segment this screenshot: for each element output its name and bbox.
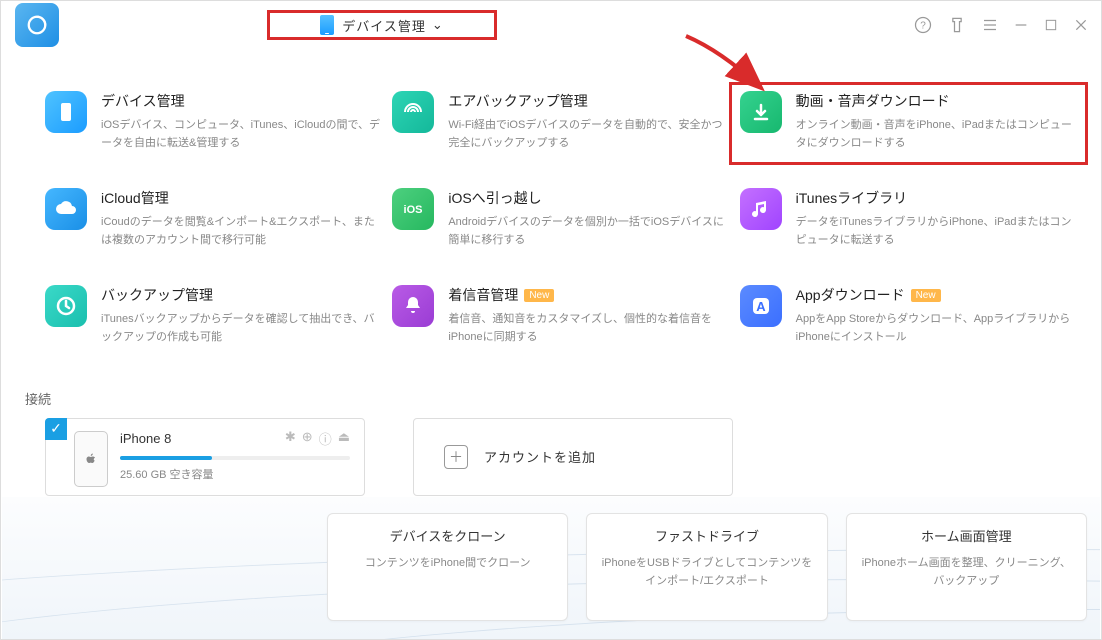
- device-eject-icon[interactable]: ⏏: [338, 429, 350, 448]
- feature-desc: Wi-Fi経由でiOSデバイスのデータを自動的で、安全かつ完全にバックアップする: [448, 117, 729, 152]
- cloud-icon: [45, 188, 87, 230]
- app-logo: [15, 3, 59, 47]
- settings-icon[interactable]: [947, 15, 967, 35]
- device-selected-check: ✓: [45, 418, 67, 440]
- feature-desc: オンライン動画・音声をiPhone、iPadまたはコンピュータにダウンロードする: [796, 117, 1077, 152]
- window-controls: ?: [913, 15, 1089, 35]
- logo-icon: [26, 14, 48, 36]
- feature-ios[interactable]: iOS iOSへ引っ越し Androidデバイスのデータを個別か一括でiOSデバ…: [392, 188, 729, 249]
- feature-title: 動画・音声ダウンロード: [796, 91, 950, 111]
- mode-tab-highlight: デバイス管理 ⌄: [267, 10, 497, 40]
- feature-text: iCloud管理 iCoudのデータを閲覧&インポート&エクスポート、または複数…: [101, 188, 382, 249]
- bottom-cards: デバイスをクローン コンテンツをiPhone間でクローンファストドライブ iPh…: [327, 513, 1087, 621]
- feature-title: Appダウンロード: [796, 285, 905, 305]
- feature-desc: 着信音、通知音をカスタマイズし、個性的な着信音をiPhoneに同期する: [448, 311, 729, 346]
- device-lock-icon[interactable]: ⊕: [302, 429, 313, 448]
- device-row: ✓ iPhone 8 ✱ ⊕ ⓘ ⏏ 25.60 GB 空き容量 ＋ アカウント…: [1, 418, 1101, 496]
- feature-text: iOSへ引っ越し Androidデバイスのデータを個別か一括でiOSデバイスに簡…: [448, 188, 729, 249]
- feature-title: iTunesライブラリ: [796, 188, 908, 208]
- svg-text:A: A: [756, 299, 766, 314]
- titlebar: デバイス管理 ⌄ ?: [1, 1, 1101, 49]
- phone-icon: [320, 15, 334, 35]
- help-icon[interactable]: ?: [913, 15, 933, 35]
- apple-icon: [85, 452, 97, 466]
- feature-text: iTunesライブラリ データをiTunesライブラリからiPhone、iPad…: [796, 188, 1077, 249]
- mode-tab[interactable]: デバイス管理 ⌄: [267, 10, 497, 40]
- feature-title: デバイス管理: [101, 91, 185, 111]
- bottom-title: ホーム画面管理: [921, 526, 1012, 545]
- feature-title: バックアップ管理: [101, 285, 213, 305]
- svg-text:?: ?: [920, 20, 926, 31]
- air-icon: [392, 91, 434, 133]
- ios-icon: iOS: [392, 188, 434, 230]
- svg-text:iOS: iOS: [404, 204, 423, 216]
- minimize-button[interactable]: [1013, 17, 1029, 33]
- bottom-card-2[interactable]: ホーム画面管理 iPhoneホーム画面を整理、クリーニング、バックアップ: [846, 513, 1087, 621]
- app-icon: A: [740, 285, 782, 327]
- feature-title: iOSへ引っ越し: [448, 188, 541, 208]
- feature-desc: iTunesバックアップからデータを確認して抽出でき、バックアップの作成も可能: [101, 311, 382, 346]
- bottom-title: ファストドライブ: [655, 526, 759, 545]
- maximize-button[interactable]: [1043, 17, 1059, 33]
- bottom-card-1[interactable]: ファストドライブ iPhoneをUSBドライブとしてコンテンツをインポート/エク…: [586, 513, 827, 621]
- feature-text: Appダウンロード New AppをApp Storeからダウンロード、Appラ…: [796, 285, 1077, 346]
- chevron-down-icon: ⌄: [432, 17, 444, 33]
- bottom-desc: iPhoneホーム画面を整理、クリーニング、バックアップ: [861, 555, 1072, 590]
- feature-text: デバイス管理 iOSデバイス、コンピュータ、iTunes、iCloudの間で、デ…: [101, 91, 382, 152]
- feature-text: バックアップ管理 iTunesバックアップからデータを確認して抽出でき、バックア…: [101, 285, 382, 346]
- add-account-label: アカウントを追加: [484, 447, 596, 466]
- bottom-title: デバイスをクローン: [390, 526, 506, 545]
- connect-label: 接続: [25, 389, 1101, 408]
- add-account-card[interactable]: ＋ アカウントを追加: [413, 418, 733, 496]
- feature-air[interactable]: エアバックアップ管理 Wi-Fi経由でiOSデバイスのデータを自動的で、安全かつ…: [392, 91, 729, 152]
- feature-download[interactable]: 動画・音声ダウンロード オンライン動画・音声をiPhone、iPadまたはコンピ…: [729, 82, 1088, 165]
- feature-text: 動画・音声ダウンロード オンライン動画・音声をiPhone、iPadまたはコンピ…: [796, 91, 1077, 152]
- feature-device[interactable]: デバイス管理 iOSデバイス、コンピュータ、iTunes、iCloudの間で、デ…: [45, 91, 382, 152]
- feature-text: 着信音管理 New 着信音、通知音をカスタマイズし、個性的な着信音をiPhone…: [448, 285, 729, 346]
- device-image: [74, 431, 108, 487]
- feature-desc: Androidデバイスのデータを個別か一括でiOSデバイスに簡単に移行する: [448, 214, 729, 249]
- feature-title: iCloud管理: [101, 188, 169, 208]
- feature-desc: データをiTunesライブラリからiPhone、iPadまたはコンピュータに転送…: [796, 214, 1077, 249]
- plus-icon: ＋: [444, 445, 468, 469]
- menu-icon[interactable]: [981, 16, 999, 34]
- bottom-card-0[interactable]: デバイスをクローン コンテンツをiPhone間でクローン: [327, 513, 568, 621]
- device-icon: [45, 91, 87, 133]
- device-gear-icon[interactable]: ✱: [285, 429, 296, 448]
- feature-desc: AppをApp Storeからダウンロード、AppライブラリからiPhoneにイ…: [796, 311, 1077, 346]
- backup-icon: [45, 285, 87, 327]
- device-info-icon[interactable]: ⓘ: [319, 429, 332, 448]
- bottom-desc: iPhoneをUSBドライブとしてコンテンツをインポート/エクスポート: [601, 555, 812, 590]
- feature-cloud[interactable]: iCloud管理 iCoudのデータを閲覧&インポート&エクスポート、または複数…: [45, 188, 382, 249]
- feature-bell[interactable]: 着信音管理 New 着信音、通知音をカスタマイズし、個性的な着信音をiPhone…: [392, 285, 729, 346]
- device-name: iPhone 8: [120, 431, 171, 446]
- feature-grid: デバイス管理 iOSデバイス、コンピュータ、iTunes、iCloudの間で、デ…: [1, 49, 1101, 357]
- feature-title: エアバックアップ管理: [448, 91, 587, 111]
- bell-icon: [392, 285, 434, 327]
- feature-title: 着信音管理: [448, 285, 518, 305]
- feature-backup[interactable]: バックアップ管理 iTunesバックアップからデータを確認して抽出でき、バックア…: [45, 285, 382, 346]
- device-info: iPhone 8 ✱ ⊕ ⓘ ⏏ 25.60 GB 空き容量: [120, 429, 350, 485]
- new-badge: New: [911, 289, 941, 302]
- storage-free: 25.60 GB 空き容量: [120, 466, 350, 482]
- new-badge: New: [524, 289, 554, 302]
- bottom-desc: コンテンツをiPhone間でクローン: [365, 555, 531, 573]
- annotation-arrow: [681, 31, 781, 101]
- device-card[interactable]: ✓ iPhone 8 ✱ ⊕ ⓘ ⏏ 25.60 GB 空き容量: [45, 418, 365, 496]
- close-button[interactable]: [1073, 17, 1089, 33]
- music-icon: [740, 188, 782, 230]
- feature-desc: iCoudのデータを閲覧&インポート&エクスポート、または複数のアカウント間で移…: [101, 214, 382, 249]
- feature-app[interactable]: A Appダウンロード New AppをApp Storeからダウンロード、Ap…: [740, 285, 1077, 346]
- mode-tab-label: デバイス管理: [342, 16, 426, 35]
- device-action-icons: ✱ ⊕ ⓘ ⏏: [285, 429, 350, 448]
- storage-bar: [120, 456, 350, 460]
- feature-music[interactable]: iTunesライブラリ データをiTunesライブラリからiPhone、iPad…: [740, 188, 1077, 249]
- feature-desc: iOSデバイス、コンピュータ、iTunes、iCloudの間で、データを自由に転…: [101, 117, 382, 152]
